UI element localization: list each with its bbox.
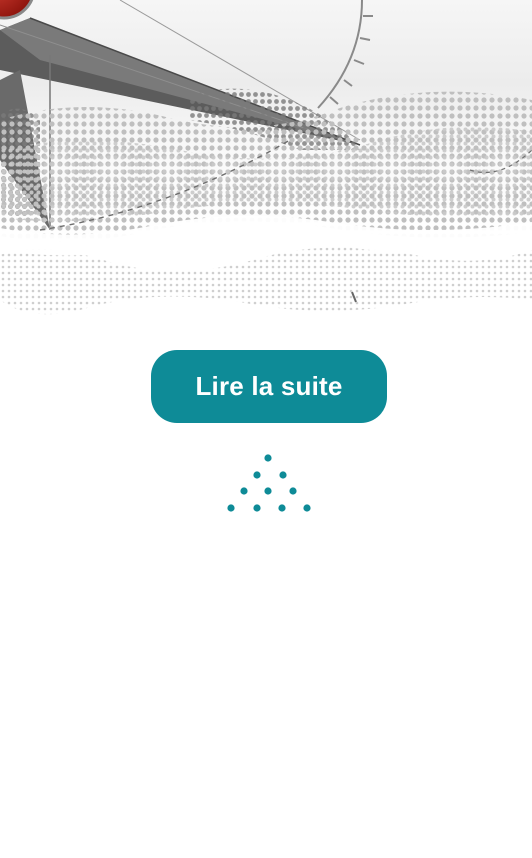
triangle-dot xyxy=(278,504,286,512)
triangle-dot xyxy=(279,471,287,479)
triangle-dot xyxy=(303,504,311,512)
triangle-dot xyxy=(240,487,248,495)
triangle-dot xyxy=(289,487,297,495)
hero-illustration xyxy=(0,0,532,330)
dots-triangle-icon xyxy=(227,454,311,512)
triangle-dot xyxy=(264,454,272,462)
page: Lire la suite xyxy=(0,0,532,858)
read-more-button[interactable]: Lire la suite xyxy=(151,350,387,423)
triangle-dot xyxy=(253,471,261,479)
triangle-dot xyxy=(264,487,272,495)
compass-halftone-illustration xyxy=(0,0,532,315)
triangle-dot xyxy=(227,504,235,512)
triangle-dot xyxy=(253,504,261,512)
